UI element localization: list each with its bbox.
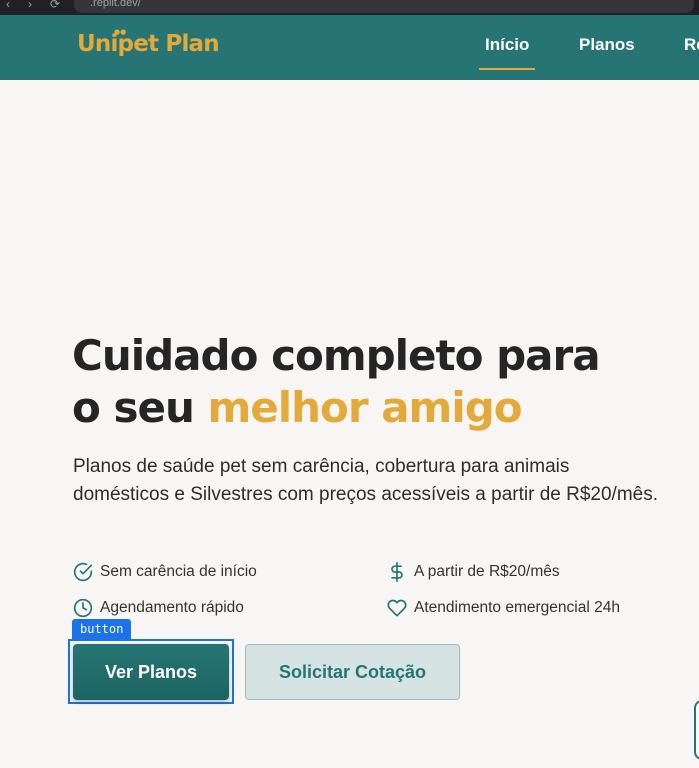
feature-label: Sem carência de início (100, 563, 257, 580)
feature-label: Agendamento rápido (100, 599, 244, 616)
dollar-icon (387, 562, 407, 582)
hero-title-line2-start: o seu (72, 383, 208, 432)
hero-title: Cuidado completo para o seu melhor amigo (72, 330, 672, 434)
feature-scheduling: Agendamento rápido (73, 598, 244, 618)
feature-emergency: Atendimento emergencial 24h (387, 598, 620, 618)
hero-description: Planos de saúde pet sem carência, cobert… (73, 456, 659, 505)
check-circle-icon (73, 562, 93, 582)
feature-no-waiting: Sem carência de início (73, 562, 257, 582)
forward-icon[interactable]: › (28, 0, 32, 11)
nav-item-truncated[interactable]: Re (684, 35, 699, 55)
feature-label: A partir de R$20/mês (414, 563, 560, 580)
site-header: Unipet Plan ●● Início Planos Re (0, 15, 699, 80)
back-icon[interactable]: ‹ (6, 0, 10, 11)
request-quote-button[interactable]: Solicitar Cotação (245, 644, 460, 700)
hero-title-accent: melhor amigo (207, 383, 522, 432)
logo[interactable]: Unipet Plan ●● (77, 28, 220, 57)
feature-price: A partir de R$20/mês (387, 562, 560, 582)
browser-toolbar: ‹ › ⟳ .replit.dev/ (0, 0, 699, 15)
hero-title-line1: Cuidado completo para (72, 331, 601, 380)
feature-label: Atendimento emergencial 24h (414, 599, 620, 616)
logo-text: Unipet Plan (77, 31, 220, 57)
paw-icon: ●● (114, 28, 127, 36)
nav-inicio[interactable]: Início (478, 35, 536, 70)
heart-icon (387, 598, 407, 618)
floating-widget[interactable] (694, 700, 699, 760)
reload-icon[interactable]: ⟳ (50, 0, 60, 11)
address-bar[interactable]: .replit.dev/ (74, 0, 694, 13)
nav-planos[interactable]: Planos (579, 35, 635, 55)
element-inspector-tag: button (72, 619, 132, 639)
clock-icon (73, 598, 93, 618)
view-plans-button[interactable]: Ver Planos (73, 644, 229, 700)
